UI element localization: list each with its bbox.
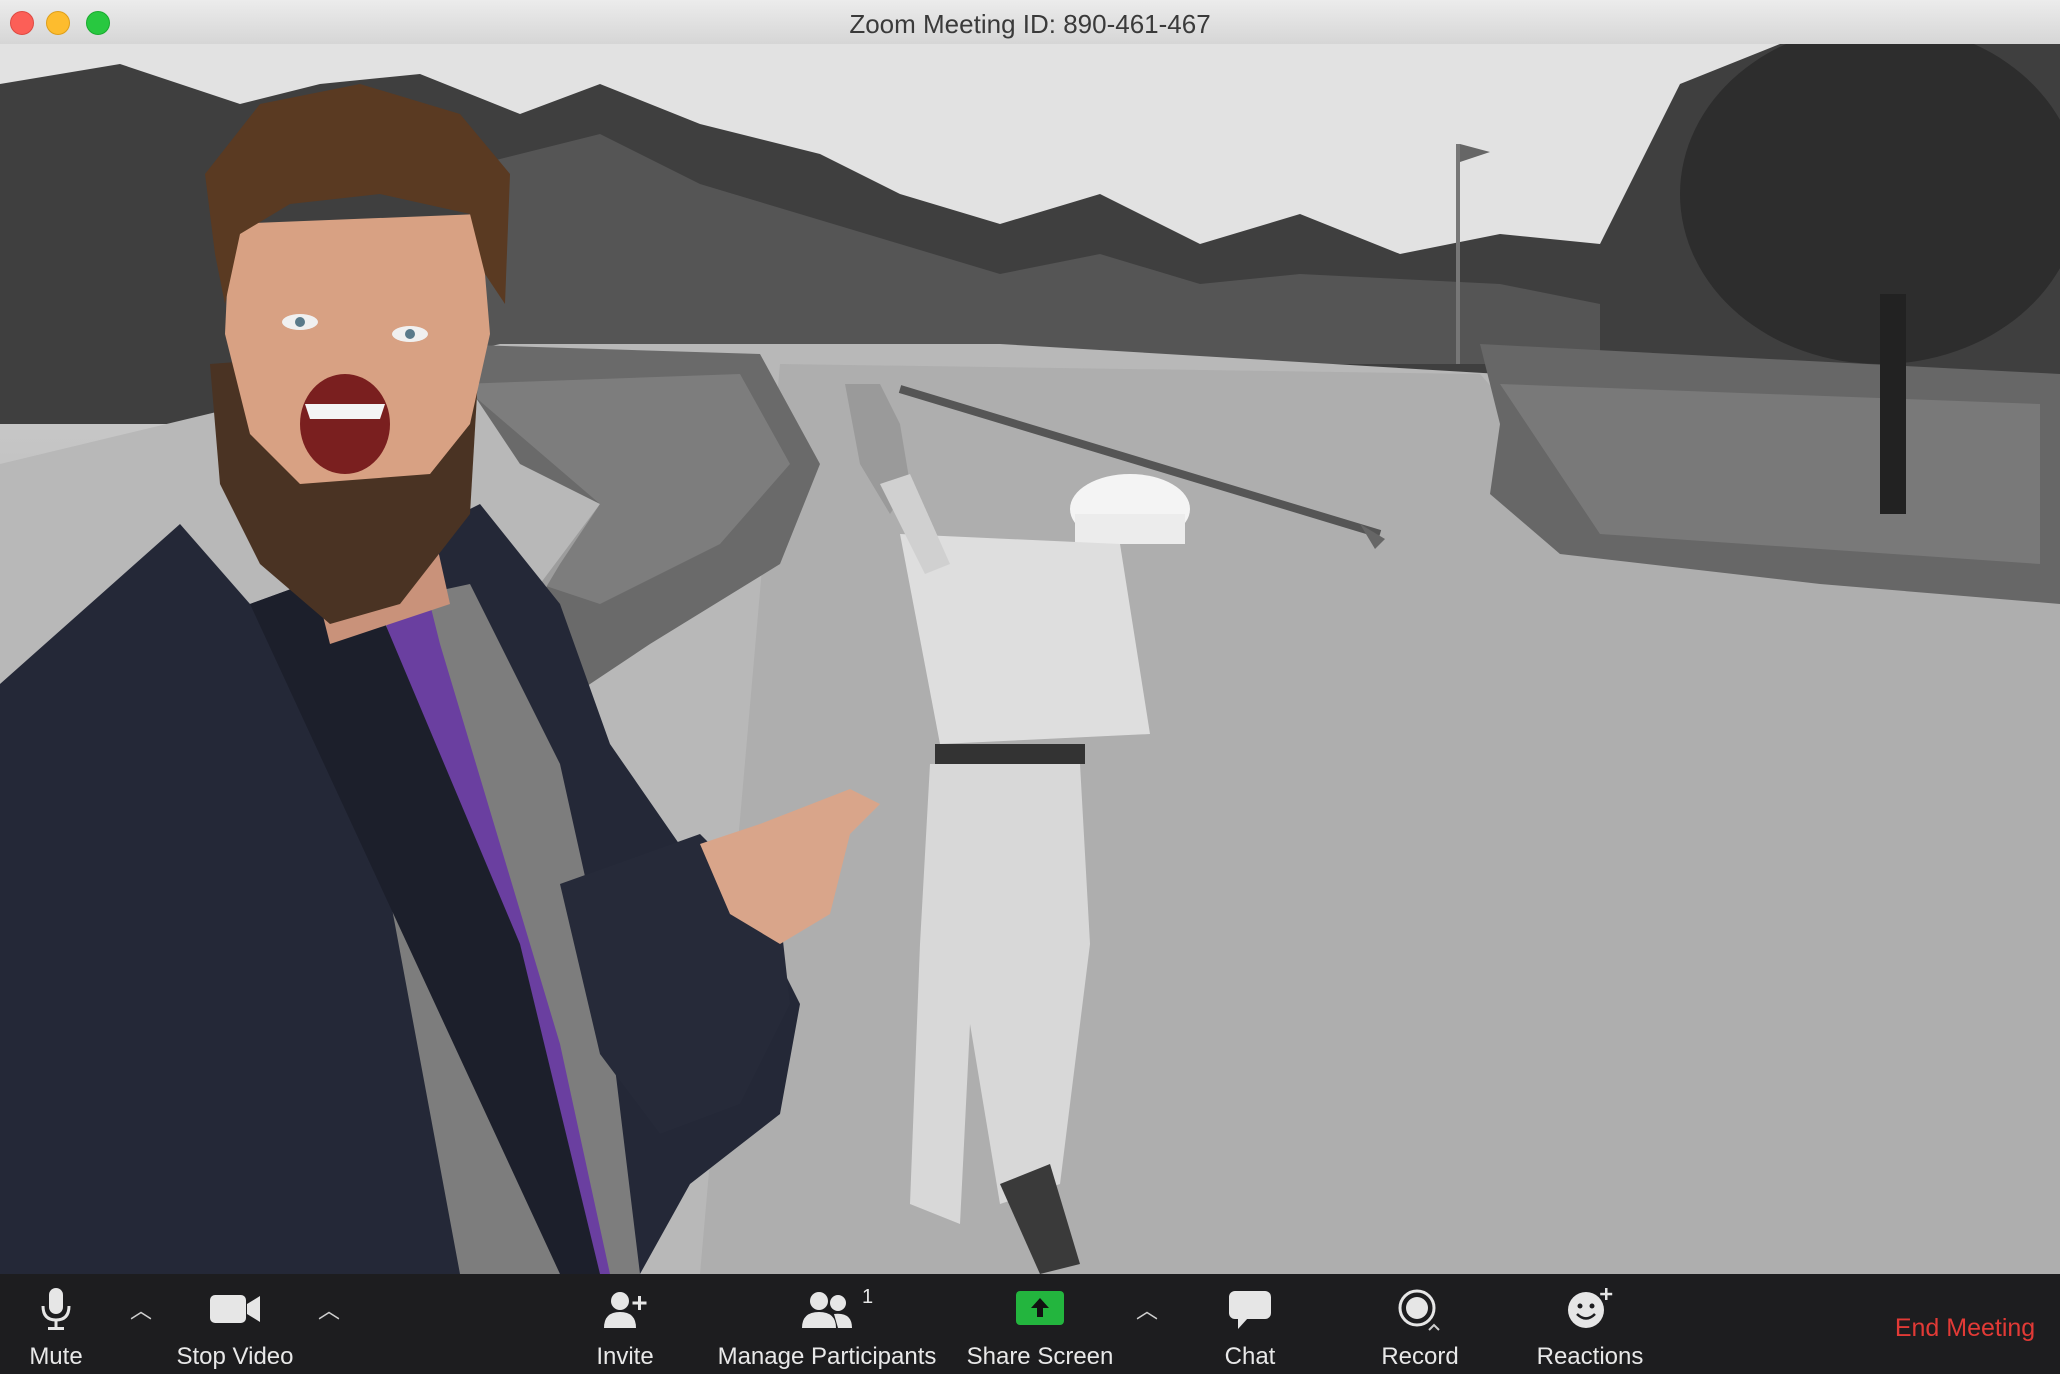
meeting-video-feed: [0, 44, 2060, 1274]
record-icon: [1398, 1289, 1440, 1331]
end-meeting-button[interactable]: End Meeting: [1880, 1314, 2050, 1343]
manage-participants-label: Manage Participants: [717, 1343, 937, 1370]
meeting-toolbar: Mute ︿ Stop Video ︿ Invite 1 Manage Part…: [0, 1274, 2060, 1374]
reactions-label: Reactions: [1536, 1343, 1644, 1370]
participant-count-badge: 1: [862, 1286, 874, 1308]
audio-options-chevron-up-icon[interactable]: ︿: [130, 1300, 152, 1322]
stop-video-button[interactable]: Stop Video: [170, 1274, 300, 1374]
virtual-background-scene: [0, 44, 2060, 1274]
mute-button[interactable]: Mute: [14, 1274, 98, 1374]
share-screen-label: Share Screen: [966, 1343, 1114, 1370]
reactions-icon: [1568, 1288, 1613, 1328]
mute-label: Mute: [29, 1343, 83, 1370]
add-person-icon: [604, 1292, 647, 1328]
chat-label: Chat: [1224, 1343, 1276, 1370]
window-title: Zoom Meeting ID: 890-461-467: [849, 9, 1211, 39]
share-screen-icon: [1016, 1291, 1064, 1325]
microphone-icon: [41, 1288, 71, 1330]
record-label: Record: [1381, 1343, 1459, 1370]
zoom-meeting-window: Zoom Meeting ID: 890-461-467 Mute ︿ Stop…: [0, 0, 2060, 1374]
title-bar: Zoom Meeting ID: 890-461-467: [0, 0, 2060, 45]
manage-participants-button[interactable]: 1 Manage Participants: [712, 1274, 942, 1374]
invite-label: Invite: [596, 1343, 654, 1370]
invite-button[interactable]: Invite: [580, 1274, 670, 1374]
record-button[interactable]: Record: [1375, 1274, 1465, 1374]
video-camera-icon: [210, 1295, 260, 1323]
chat-button[interactable]: Chat: [1210, 1274, 1290, 1374]
share-options-chevron-up-icon[interactable]: ︿: [1136, 1300, 1158, 1322]
video-options-chevron-up-icon[interactable]: ︿: [318, 1300, 340, 1322]
reactions-button[interactable]: Reactions: [1530, 1274, 1650, 1374]
chat-bubble-icon: [1229, 1291, 1271, 1329]
share-screen-button[interactable]: Share Screen: [960, 1274, 1120, 1374]
participants-icon: [802, 1292, 852, 1328]
stop-video-label: Stop Video: [176, 1343, 294, 1370]
